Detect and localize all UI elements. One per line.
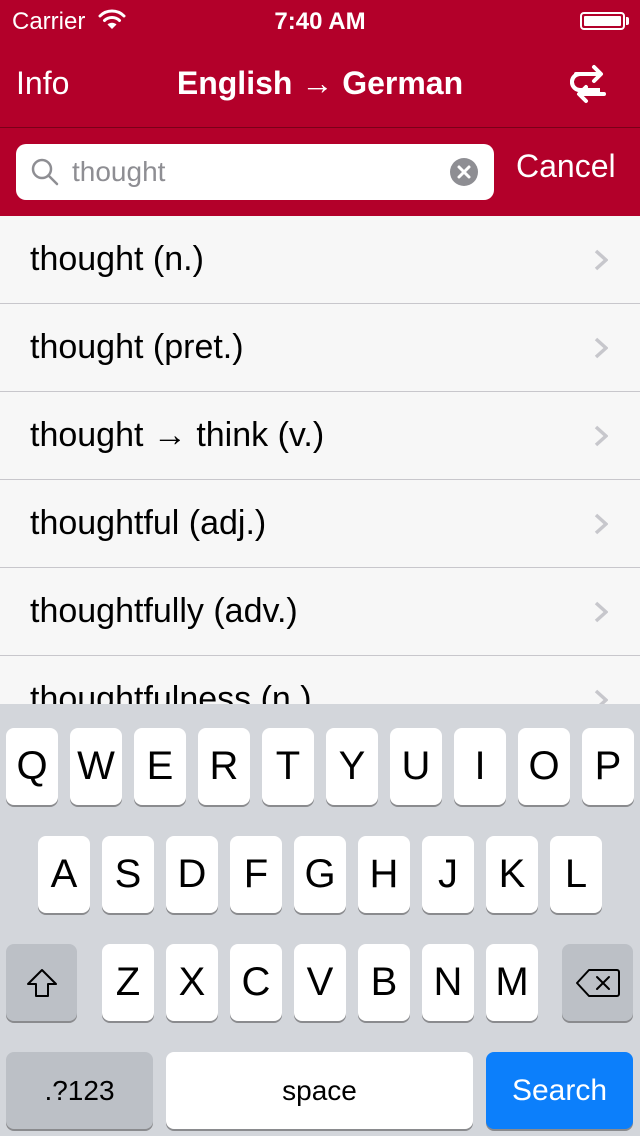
chevron-right-icon bbox=[594, 249, 608, 271]
key-y[interactable]: Y bbox=[326, 728, 378, 805]
key-z[interactable]: Z bbox=[102, 944, 154, 1021]
chevron-right-icon bbox=[594, 513, 608, 535]
shift-key[interactable] bbox=[6, 944, 77, 1021]
page-title: English → German bbox=[176, 65, 464, 101]
list-item[interactable]: thought (pret.) bbox=[0, 304, 640, 392]
key-e[interactable]: E bbox=[134, 728, 186, 805]
status-bar: Carrier 7:40 AM bbox=[0, 0, 640, 40]
key-v[interactable]: V bbox=[294, 944, 346, 1021]
search-field[interactable] bbox=[16, 144, 494, 200]
key-a[interactable]: A bbox=[38, 836, 90, 913]
search-input[interactable] bbox=[72, 152, 442, 192]
result-label: thought → think (v.) bbox=[30, 416, 325, 454]
chevron-right-icon bbox=[594, 689, 608, 704]
key-t[interactable]: T bbox=[262, 728, 314, 805]
magnifier-icon bbox=[31, 158, 59, 186]
list-item[interactable]: thoughtfulness (n.) bbox=[0, 656, 640, 704]
space-key[interactable]: space bbox=[166, 1052, 473, 1129]
key-i[interactable]: I bbox=[454, 728, 506, 805]
key-w[interactable]: W bbox=[70, 728, 122, 805]
result-label: thoughtfulness (n.) bbox=[30, 680, 312, 704]
cancel-button[interactable]: Cancel bbox=[516, 148, 616, 185]
key-n[interactable]: N bbox=[422, 944, 474, 1021]
list-item[interactable]: thought (n.) bbox=[0, 216, 640, 304]
key-k[interactable]: K bbox=[486, 836, 538, 913]
key-h[interactable]: H bbox=[358, 836, 410, 913]
key-f[interactable]: F bbox=[230, 836, 282, 913]
key-c[interactable]: C bbox=[230, 944, 282, 1021]
search-bar: Cancel bbox=[0, 128, 640, 216]
key-l[interactable]: L bbox=[550, 836, 602, 913]
chevron-right-icon bbox=[594, 425, 608, 447]
search-key[interactable]: Search bbox=[486, 1052, 633, 1129]
clear-circle-icon bbox=[457, 165, 471, 179]
key-j[interactable]: J bbox=[422, 836, 474, 913]
key-x[interactable]: X bbox=[166, 944, 218, 1021]
key-d[interactable]: D bbox=[166, 836, 218, 913]
delete-backspace-icon bbox=[575, 968, 620, 997]
key-p[interactable]: P bbox=[582, 728, 634, 805]
key-u[interactable]: U bbox=[390, 728, 442, 805]
numbers-key[interactable]: .?123 bbox=[6, 1052, 153, 1129]
key-b[interactable]: B bbox=[358, 944, 410, 1021]
result-label: thoughtfully (adv.) bbox=[30, 592, 298, 630]
key-g[interactable]: G bbox=[294, 836, 346, 913]
header: Carrier 7:40 AM Info English → German th… bbox=[0, 0, 640, 216]
info-button[interactable]: Info bbox=[16, 65, 69, 102]
delete-key[interactable] bbox=[562, 944, 633, 1021]
keyboard: QWERTYUIOP ASDFGHJKL ZXCVBNM .?123 space… bbox=[0, 704, 640, 1136]
shift-icon bbox=[26, 968, 57, 997]
list-item[interactable]: thought → think (v.) bbox=[0, 392, 640, 480]
chevron-right-icon bbox=[594, 601, 608, 623]
navigation-bar: Info English → German bbox=[0, 40, 640, 128]
list-item[interactable]: thoughtfully (adv.) bbox=[0, 568, 640, 656]
results-list: thought (n.) thought (pret.) thought → t… bbox=[0, 216, 640, 704]
battery-icon bbox=[580, 12, 625, 30]
clock: 7:40 AM bbox=[274, 8, 366, 35]
result-label: thoughtful (adj.) bbox=[30, 504, 267, 542]
key-o[interactable]: O bbox=[518, 728, 570, 805]
swap-direction-icon[interactable] bbox=[570, 62, 610, 106]
clear-search-button[interactable] bbox=[450, 158, 478, 186]
chevron-right-icon bbox=[594, 337, 608, 359]
battery-tip bbox=[626, 17, 629, 25]
result-label: thought (pret.) bbox=[30, 328, 244, 366]
result-label: thought (n.) bbox=[30, 240, 204, 278]
list-item[interactable]: thoughtful (adj.) bbox=[0, 480, 640, 568]
key-s[interactable]: S bbox=[102, 836, 154, 913]
key-r[interactable]: R bbox=[198, 728, 250, 805]
key-q[interactable]: Q bbox=[6, 728, 58, 805]
key-m[interactable]: M bbox=[486, 944, 538, 1021]
